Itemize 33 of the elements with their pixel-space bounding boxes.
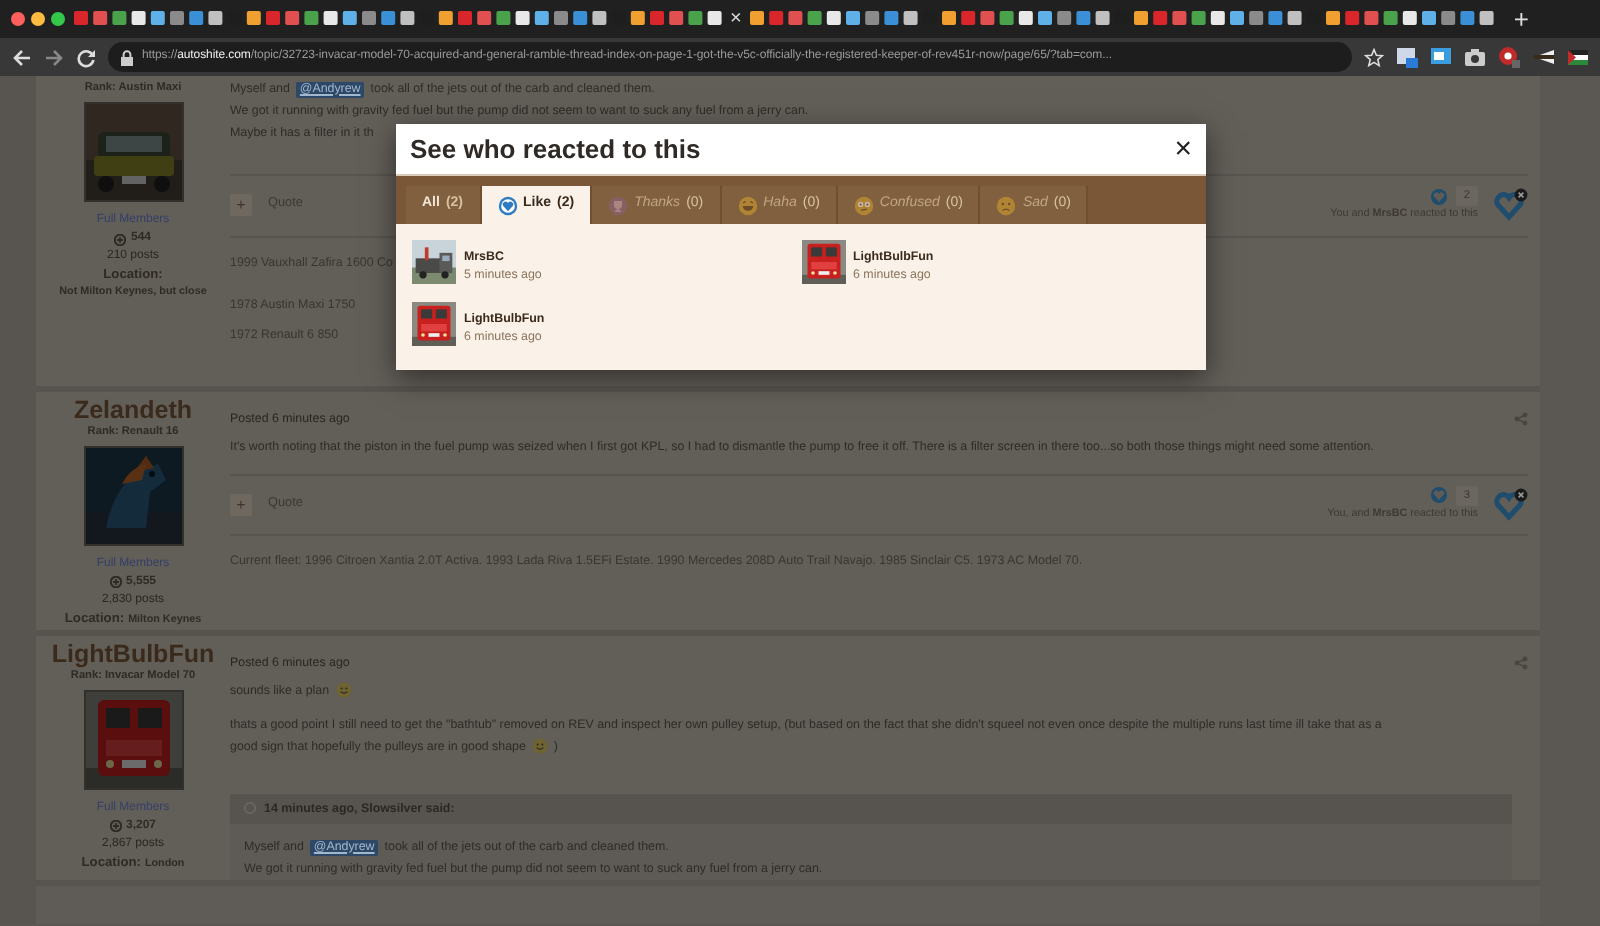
flag-icon[interactable]: [1568, 46, 1588, 68]
like-button-icon[interactable]: [1494, 487, 1528, 522]
dialog-title: See who reacted to this: [410, 133, 701, 165]
close-button[interactable]: ×: [1174, 134, 1192, 164]
author-name[interactable]: LightBulbFun: [36, 639, 230, 667]
star-icon[interactable]: [1364, 47, 1384, 67]
reputation-icon: [109, 820, 122, 832]
camera-icon[interactable]: [1464, 46, 1486, 68]
smiley-icon: [335, 682, 352, 699]
expand-button[interactable]: +: [230, 493, 252, 516]
forward-icon[interactable]: [44, 47, 64, 67]
tab-close-button[interactable]: ×: [724, 9, 748, 29]
reload-icon[interactable]: [76, 47, 96, 67]
extension-icon[interactable]: [1396, 46, 1418, 68]
reputation-icon: [114, 233, 127, 245]
like-icon: [497, 195, 518, 215]
like-button-icon[interactable]: [1494, 187, 1528, 222]
reputation-icon: [109, 576, 122, 588]
back-icon[interactable]: [12, 47, 32, 67]
like-icon: [1429, 187, 1448, 206]
extension-icon[interactable]: [1430, 46, 1452, 68]
new-tab-button[interactable]: +: [1507, 6, 1535, 32]
extension-icon[interactable]: [1498, 46, 1520, 68]
trophy-icon: [608, 195, 629, 215]
lock-icon: [120, 49, 134, 65]
like-icon: [1429, 486, 1448, 505]
extension-icon[interactable]: [1532, 46, 1556, 68]
sad-face-icon: [996, 195, 1017, 215]
smiley-icon: [531, 738, 548, 755]
expand-button[interactable]: +: [230, 193, 252, 216]
author-name[interactable]: Zelandeth: [36, 395, 230, 423]
laughing-face-icon: [737, 195, 758, 215]
confused-face-icon: [853, 195, 874, 215]
